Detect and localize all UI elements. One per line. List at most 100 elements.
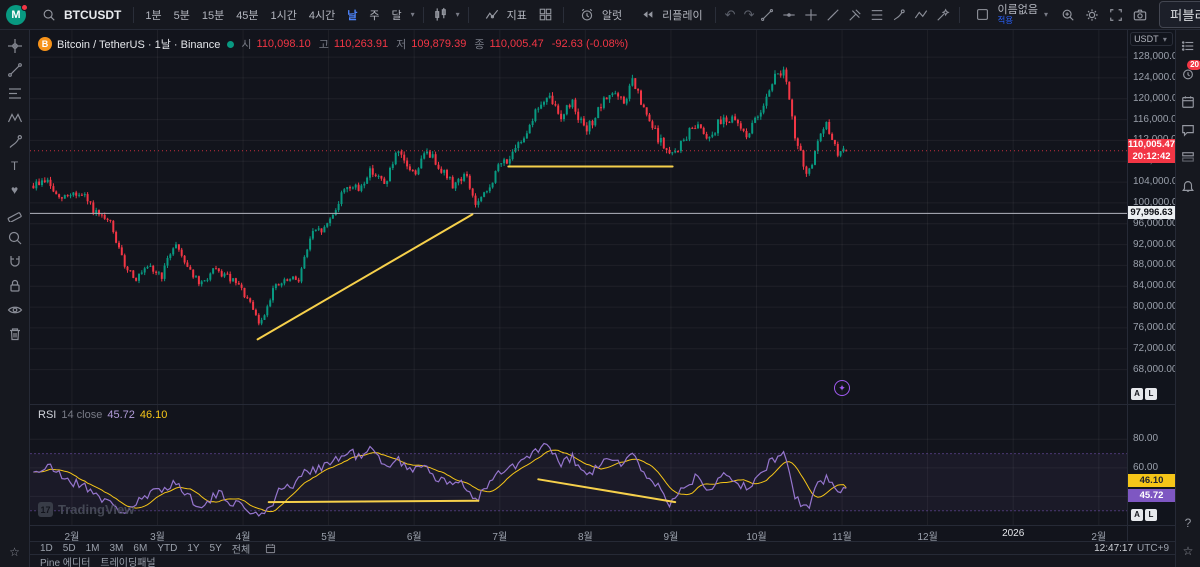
publish-button[interactable]: 퍼블리쉬 (1159, 1, 1200, 28)
clock-timezone[interactable]: UTC+9 (1137, 543, 1169, 554)
timeframe-5분[interactable]: 5분 (169, 5, 195, 25)
timeframe-1시간[interactable]: 1시간 (266, 5, 302, 25)
range-YTD[interactable]: YTD (153, 543, 181, 554)
range-1M[interactable]: 1M (82, 543, 104, 554)
right-sidebar: 20 ? ☆ (1175, 30, 1200, 567)
pattern-tool-icon[interactable] (2, 106, 28, 129)
range-1D[interactable]: 1D (36, 543, 57, 554)
text-tool-icon[interactable]: T (2, 154, 28, 177)
lock-tool-icon[interactable] (2, 274, 28, 297)
favorites-star-icon[interactable]: ☆ (2, 540, 28, 563)
timeframe-날[interactable]: 날 (342, 5, 362, 25)
main-chart-canvas[interactable] (30, 30, 1127, 405)
achievements-star-icon[interactable]: ☆ (1178, 541, 1198, 561)
tradingview-logo-text: TradingView (58, 502, 134, 517)
clock-group: 12:47:17 UTC+9 (1094, 543, 1169, 554)
tradingview-app: M BTCUSDT 1분5분15분45분1시간4시간날주달 ▾ ▾ (0, 0, 1200, 567)
help-question-icon[interactable]: ? (1178, 513, 1198, 533)
timeframe-1분[interactable]: 1분 (140, 5, 166, 25)
fav-tool-brush-icon[interactable] (889, 5, 909, 25)
zoom-tool-icon[interactable] (2, 226, 28, 249)
range-5Y[interactable]: 5Y (206, 543, 226, 554)
rsi-name[interactable]: RSI (38, 409, 56, 421)
replay-button[interactable]: 리플레이 (630, 1, 708, 29)
redo-button[interactable]: ↷ (741, 7, 758, 23)
fav-tool-pitchfork-icon[interactable] (845, 5, 865, 25)
user-avatar[interactable]: M (6, 5, 26, 25)
price-tick: 84,000.00 (1133, 281, 1175, 291)
fav-tool-zigzag-icon[interactable] (911, 5, 931, 25)
bottom-tab-1[interactable]: Pine 에디터 (40, 554, 90, 567)
axis-log-button[interactable]: L (1145, 388, 1157, 400)
emoji-tool-icon[interactable]: ♥ (2, 178, 28, 201)
rsi-chart-canvas[interactable] (30, 405, 1127, 526)
time-label-2월: 2월 (65, 528, 80, 543)
price-axis[interactable]: USDT ▾ 128,000.00124,000.00120,000.00116… (1127, 30, 1175, 404)
quick-action-circle-icon[interactable]: ✦ (834, 380, 850, 396)
indicators-button[interactable]: 지표 (475, 1, 533, 29)
fav-tool-crossline-icon[interactable] (801, 5, 821, 25)
separator (423, 7, 424, 23)
symbol-search-button[interactable]: BTCUSDT (32, 1, 127, 29)
remove-drawings-trash-icon[interactable] (2, 322, 28, 345)
fav-tool-channel-icon[interactable] (823, 5, 843, 25)
measure-ruler-tool-icon[interactable] (2, 202, 28, 225)
crosshair-tool-icon[interactable] (2, 34, 28, 57)
range-1Y[interactable]: 1Y (183, 543, 203, 554)
indicators-icon (481, 4, 503, 26)
fav-tool-trendline-icon[interactable] (757, 5, 777, 25)
calendar-icon[interactable] (1178, 92, 1198, 112)
timeframe-caret-icon[interactable]: ▾ (409, 10, 417, 19)
trendline-tool-icon[interactable] (2, 58, 28, 81)
axis-auto-button[interactable]: A (1131, 388, 1143, 400)
settings-gear-icon[interactable] (1081, 4, 1103, 26)
time-axis-labels: 2월3월4월5월6월7월8월9월10월11월12월20262월 (30, 526, 1127, 541)
price-tick: 92,000.00 (1133, 240, 1175, 250)
bottom-tab-2[interactable]: 트레이딩패널 (100, 554, 155, 567)
indicator-templates-icon[interactable] (535, 4, 557, 26)
rsi-value: 45.72 (107, 409, 135, 421)
alerts-clock-icon[interactable]: 20 (1178, 64, 1198, 84)
fav-tool-magic-icon[interactable] (933, 5, 953, 25)
brush-tool-icon[interactable] (2, 130, 28, 153)
range-6M[interactable]: 6M (129, 543, 151, 554)
time-axis[interactable]: 2월3월4월5월6월7월8월9월10월11월12월20262월 (30, 526, 1175, 542)
chart-type-caret-icon[interactable]: ▾ (454, 10, 462, 19)
camera-snapshot-icon[interactable] (1129, 4, 1151, 26)
watchlist-icon[interactable] (1178, 36, 1198, 56)
quick-search-icon[interactable] (1057, 4, 1079, 26)
time-label-5월: 5월 (321, 528, 336, 543)
price-tick: 96,000.00 (1133, 219, 1175, 229)
rsi-axis-auto-button[interactable]: A (1131, 509, 1143, 521)
notifications-bell-icon[interactable] (1178, 176, 1198, 196)
alert-button[interactable]: 알럿 (570, 1, 628, 29)
rsi-axis-log-button[interactable]: L (1145, 509, 1157, 521)
timeframe-달[interactable]: 달 (387, 5, 407, 25)
clock-time[interactable]: 12:47:17 (1094, 543, 1133, 554)
currency-unit-button[interactable]: USDT ▾ (1130, 32, 1173, 46)
layout-menu-button[interactable]: 이름없음 적용 ▾ (966, 3, 1055, 27)
fav-tool-hline-icon[interactable] (779, 5, 799, 25)
timeframe-주[interactable]: 주 (364, 5, 384, 25)
separator (133, 7, 134, 23)
open-value: 110,098.10 (257, 38, 311, 50)
range-3M[interactable]: 3M (106, 543, 128, 554)
magnet-tool-icon[interactable] (2, 250, 28, 273)
notification-dot-icon (21, 4, 28, 11)
open-label: 시 (241, 36, 251, 52)
chart-type-candles-icon[interactable] (430, 4, 452, 26)
fav-tool-fib-icon[interactable] (867, 5, 887, 25)
undo-button[interactable]: ↶ (722, 7, 739, 23)
chat-icon[interactable] (1178, 120, 1198, 140)
timeframe-4시간[interactable]: 4시간 (304, 5, 340, 25)
fullscreen-icon[interactable] (1105, 4, 1127, 26)
object-tree-icon[interactable] (1178, 148, 1198, 168)
timeframe-15분[interactable]: 15분 (197, 5, 229, 25)
timeframe-45분[interactable]: 45분 (231, 5, 263, 25)
fib-retracement-tool-icon[interactable] (2, 82, 28, 105)
hide-drawings-eye-icon[interactable] (2, 298, 28, 321)
time-label-2026: 2026 (1002, 528, 1024, 539)
symbol-title[interactable]: Bitcoin / TetherUS · 1날 · Binance (57, 36, 220, 52)
range-5D[interactable]: 5D (59, 543, 80, 554)
rsi-axis[interactable]: 80.0060.0040.00 46.10 45.72 A L (1127, 405, 1175, 525)
